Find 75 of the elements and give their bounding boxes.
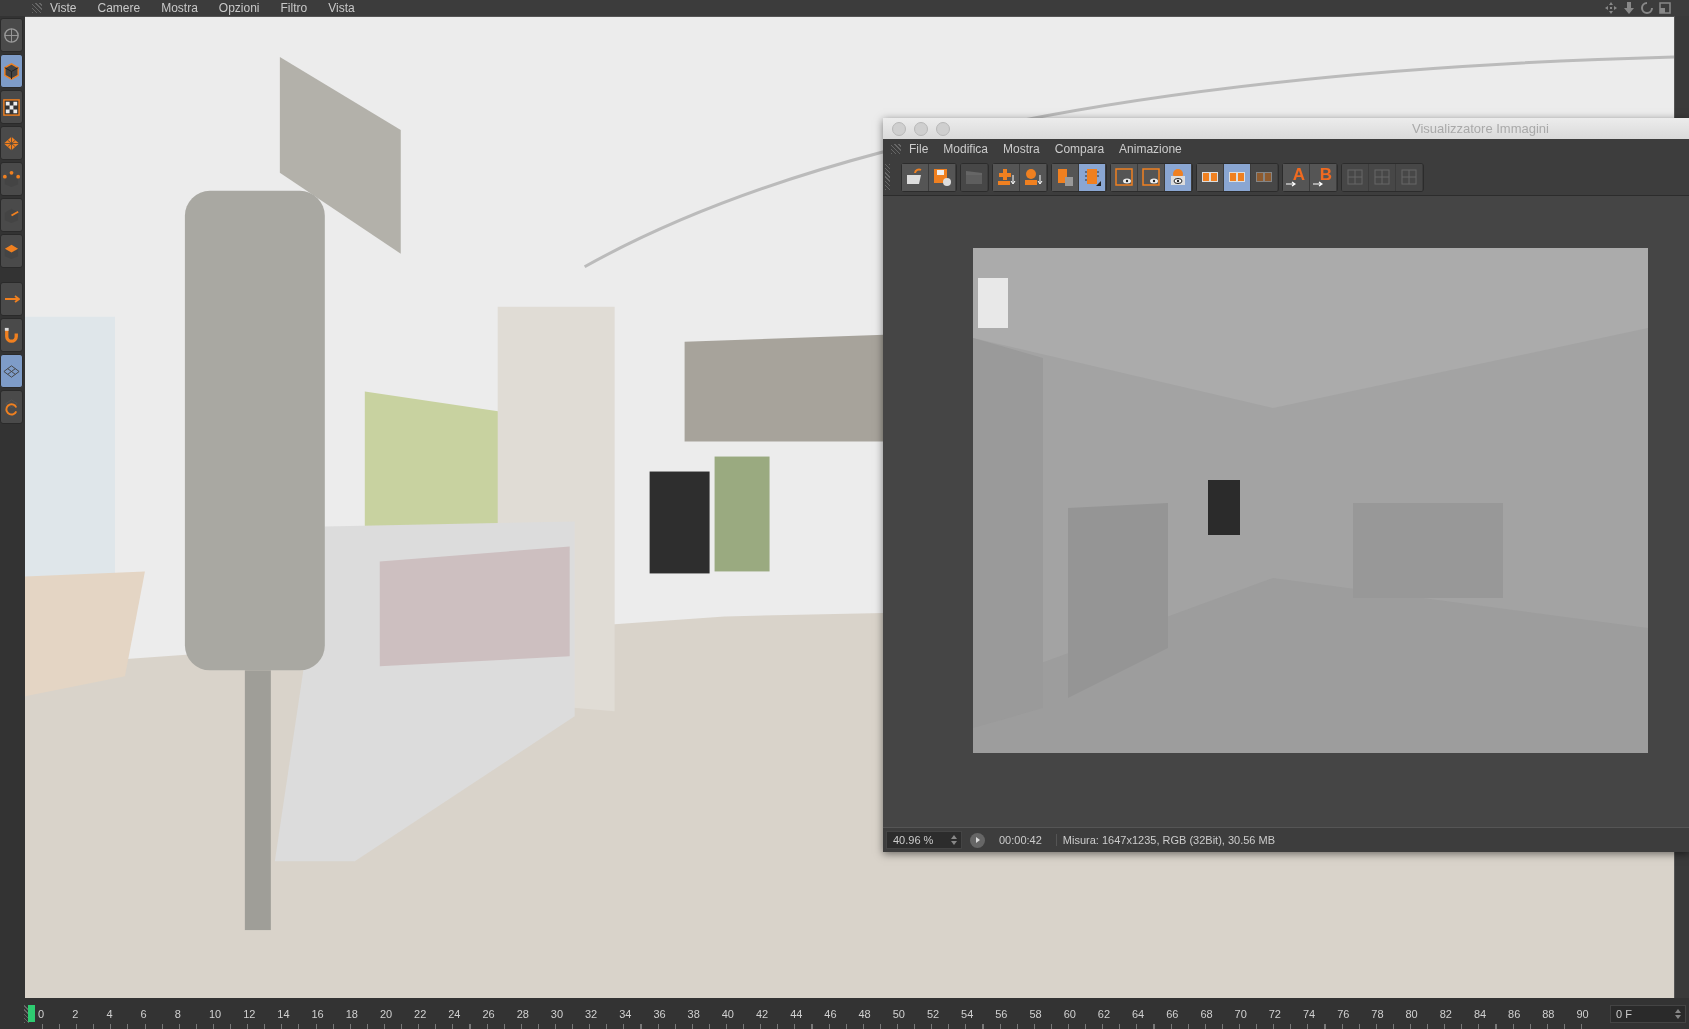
frame-label: 52 (926, 1007, 940, 1020)
frame-label: 24 (448, 1007, 461, 1020)
frame-label: 86 (1508, 1007, 1521, 1020)
frame-label: 78 (1371, 1007, 1384, 1020)
frame-label: 66 (1166, 1007, 1179, 1020)
frame-label: 14 (277, 1007, 290, 1020)
down-arrow-icon[interactable] (1623, 2, 1635, 14)
frame-label: 18 (345, 1007, 358, 1020)
menu-item[interactable]: Vista (328, 1, 355, 15)
menu-item[interactable]: Mostra (161, 1, 198, 15)
tool-button[interactable] (0, 318, 23, 352)
tool-button[interactable] (0, 126, 23, 160)
frame-label: 2 (72, 1007, 79, 1020)
frame-label: 38 (687, 1007, 700, 1020)
frame-label: 0 (38, 1007, 45, 1020)
frame-label: 36 (653, 1007, 666, 1020)
menu-item[interactable]: Camere (97, 1, 141, 15)
frame-label: 46 (824, 1007, 837, 1020)
points-icon (2, 169, 21, 189)
frame-label: 30 (550, 1007, 564, 1020)
frame-label: 60 (1063, 1007, 1076, 1020)
frame-label: 56 (995, 1007, 1008, 1020)
frame-label: 70 (1234, 1007, 1247, 1020)
frame-label: 28 (516, 1007, 529, 1020)
frame-label: 4 (106, 1007, 113, 1020)
frame-label: 62 (1097, 1007, 1111, 1020)
frame-label: 40 (721, 1007, 734, 1020)
move-icon (2, 25, 21, 45)
frame-label: 10 (208, 1007, 222, 1020)
frame-label: 74 (1302, 1007, 1316, 1020)
frame-label: 50 (892, 1007, 905, 1020)
arrow-icon (3, 295, 20, 303)
timeline[interactable]: 0 2 4 6 8 10 12 14 16 18 20 22 24 26 28 30 32 34 36 38 40 42 44 46 48 50 52 54 56 58 60 62 64 66 68 70 72 74 76 78 80 82 84 86 88 90 0 F (0, 998, 1689, 1029)
tool-button[interactable] (0, 162, 23, 196)
tool-button[interactable] (0, 354, 23, 388)
maximize-icon[interactable] (1659, 2, 1671, 14)
frame-label: 44 (790, 1007, 803, 1020)
move-icon[interactable] (1605, 2, 1617, 14)
frame-label: 8 (174, 1007, 181, 1020)
frame-label: 16 (311, 1007, 324, 1020)
frame-label: 54 (961, 1007, 974, 1020)
tool-button[interactable] (0, 282, 23, 316)
frame-label: 12 (243, 1007, 256, 1020)
frame-label: 32 (585, 1007, 598, 1020)
frame-label: 76 (1337, 1007, 1350, 1020)
magnet-icon (2, 325, 21, 345)
frame-label: 48 (858, 1007, 871, 1020)
frame-label: 34 (619, 1007, 632, 1020)
tool-button[interactable] (0, 390, 23, 424)
frame-label: 90 (1576, 1007, 1589, 1020)
menu-item[interactable]: Filtro (280, 1, 308, 15)
frame-label: 72 (1268, 1007, 1281, 1020)
tool-button[interactable] (0, 234, 23, 268)
tool-button[interactable] (0, 90, 23, 124)
frame-label: 22 (414, 1007, 427, 1020)
grip-icon (32, 3, 42, 13)
frame-label: 26 (482, 1007, 495, 1020)
frame-field[interactable]: 0 F (1610, 1004, 1686, 1023)
frame-label: 20 (379, 1007, 393, 1020)
frame-label: 88 (1542, 1007, 1555, 1020)
frame-label: 82 (1439, 1007, 1452, 1020)
frame-label: 64 (1132, 1007, 1145, 1020)
cube-icon (2, 61, 21, 81)
frame-label: 58 (1029, 1007, 1042, 1020)
frame-label: 84 (1473, 1007, 1487, 1020)
frame-label: 42 (755, 1007, 769, 1020)
frame-label: 6 (140, 1007, 147, 1020)
spinner-icon (1675, 1008, 1681, 1019)
tool-button[interactable] (0, 54, 23, 88)
rotate-icon[interactable] (1641, 2, 1653, 14)
frame-label: 68 (1200, 1007, 1213, 1020)
menu-item[interactable]: Viste (50, 1, 77, 15)
checker-icon (2, 97, 21, 117)
frame-label: 80 (1405, 1007, 1418, 1020)
menu-item[interactable]: Opzioni (218, 1, 260, 15)
